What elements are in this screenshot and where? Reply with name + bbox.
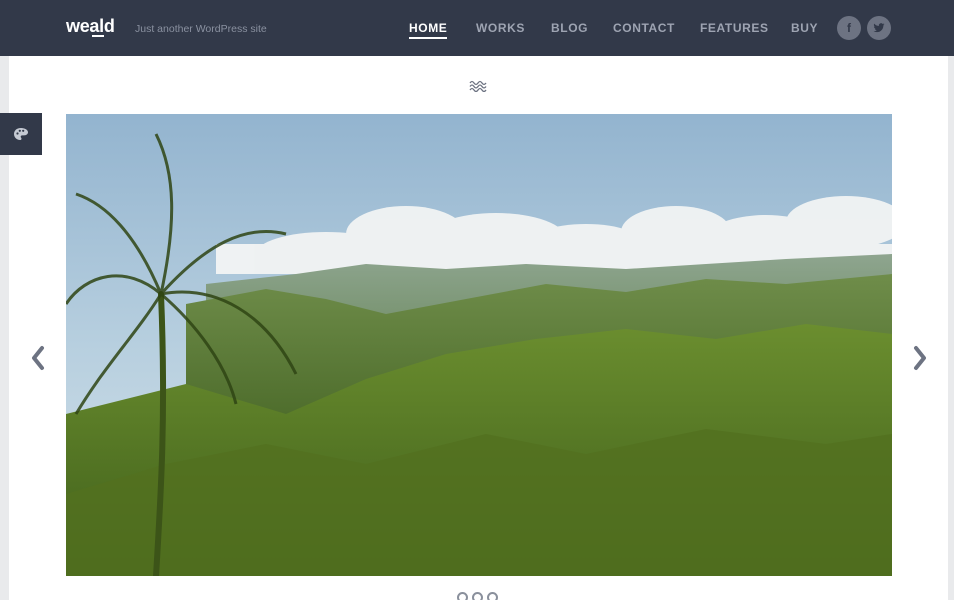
landscape-photo (66, 114, 892, 576)
nav-item-home[interactable]: HOME (409, 21, 448, 39)
site-tagline: Just another WordPress site (135, 23, 267, 35)
palette-icon (14, 128, 28, 140)
slider-next-arrow[interactable] (911, 345, 929, 371)
twitter-icon (873, 23, 885, 33)
facebook-button[interactable]: f (837, 16, 861, 40)
nav-item-blog[interactable]: BLOG (551, 21, 588, 35)
slider-dot-3[interactable] (487, 592, 498, 600)
twitter-button[interactable] (867, 16, 891, 40)
nav-item-features[interactable]: FEATURES (700, 21, 769, 35)
slider-dot-1[interactable] (457, 592, 468, 600)
wave-icon (469, 80, 487, 92)
slider-image (66, 114, 892, 576)
nav-item-contact[interactable]: CONTACT (613, 21, 675, 35)
style-switcher-tab[interactable] (0, 113, 42, 155)
site-logo[interactable]: weald (66, 16, 115, 37)
facebook-icon: f (847, 21, 851, 35)
site-header: weald Just another WordPress site HOME W… (0, 0, 954, 56)
slider-dot-2[interactable] (472, 592, 483, 600)
nav-item-buy[interactable]: BUY (791, 21, 818, 35)
slider-prev-arrow[interactable] (29, 345, 47, 371)
logo-underline (92, 35, 104, 37)
nav-item-works[interactable]: WORKS (476, 21, 525, 35)
